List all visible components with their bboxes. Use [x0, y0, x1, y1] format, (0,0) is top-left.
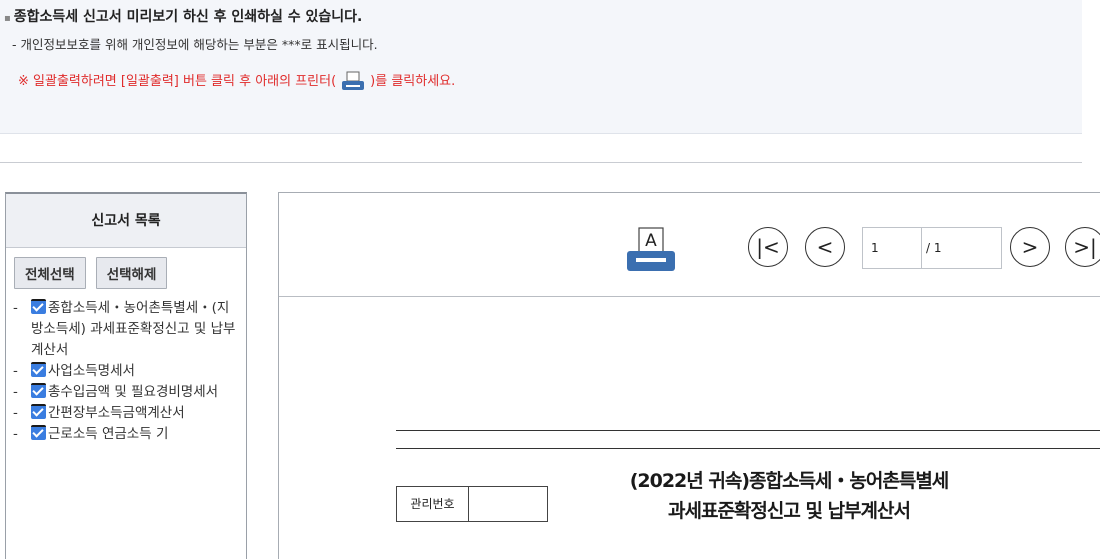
list-item-content: 간편장부소득금액계산서 [31, 403, 238, 424]
deselect-all-button[interactable]: 선택해제 [95, 257, 168, 289]
list-item-label: 간편장부소득금액계산서 [48, 405, 185, 421]
checkbox-checked-icon[interactable] [31, 404, 46, 419]
document-title: (2022년 귀속)종합소득세・농어촌특별세 과세표준확정신고 및 납부계산서 [569, 466, 1009, 526]
document-page: 관리번호 (2022년 귀속)종합소득세・농어촌특별세 과세표준확정신고 및 납… [279, 298, 1100, 559]
list-dash: - [13, 405, 18, 421]
document-viewer: A |< < / 1 > >| 관리번호 (2022년 귀속)종합소득세・농어촌… [278, 192, 1100, 559]
printer-letter: A [645, 231, 657, 251]
page-number-input[interactable] [862, 227, 922, 269]
form-list: - 종합소득세・농어촌특별세・(지방소득세) 과세표준확정신고 및 납부계산서 … [6, 298, 246, 445]
document-rule-top [396, 430, 1100, 431]
management-number-value [469, 487, 547, 521]
list-item-content: 종합소득세・농어촌특별세・(지방소득세) 과세표준확정신고 및 납부계산서 [31, 298, 238, 361]
viewer-toolbar: A |< < / 1 > >| [279, 193, 1100, 297]
selection-buttons: 전체선택 선택해제 [6, 248, 246, 298]
list-item-label: 사업소득명세서 [48, 363, 135, 379]
list-item[interactable]: - 사업소득명세서 [13, 361, 238, 382]
notice-panel: ▪ 종합소득세 신고서 미리보기 하신 후 인쇄하실 수 있습니다. - 개인정보… [0, 0, 1082, 134]
list-item[interactable]: - 총수입금액 및 필요경비명세서 [13, 382, 238, 403]
list-dash: - [13, 300, 18, 316]
management-number-label: 관리번호 [397, 487, 469, 521]
select-all-button[interactable]: 전체선택 [14, 257, 86, 289]
document-title-line2: 과세표준확정신고 및 납부계산서 [668, 500, 911, 522]
list-item-label: 근로소득 연금소득 기 [48, 426, 169, 442]
list-item-label: 종합소득세・농어촌특별세・(지방소득세) 과세표준확정신고 및 납부계산서 [31, 300, 236, 358]
section-divider [0, 162, 1082, 163]
list-item-content: 총수입금액 및 필요경비명세서 [31, 382, 238, 403]
checkbox-checked-icon[interactable] [31, 299, 46, 314]
batch-print-notice: ※ 일괄출력하려면 [일괄출력] 버튼 클릭 후 아래의 프린터( )를 클릭하… [0, 69, 1082, 95]
list-item-content: 근로소득 연금소득 기 [31, 424, 238, 445]
list-dash: - [13, 384, 18, 400]
list-dash: - [13, 363, 18, 379]
form-list-title: 신고서 목록 [6, 194, 246, 248]
batch-print-notice-start: ※ 일괄출력하려면 [일괄출력] 버튼 클릭 후 아래의 프린터( [18, 74, 337, 89]
batch-print-icon[interactable]: A [624, 227, 678, 273]
list-item[interactable]: - 근로소득 연금소득 기 [13, 424, 238, 445]
form-list-panel: 신고서 목록 전체선택 선택해제 - 종합소득세・농어촌특별세・(지방소득세) … [5, 192, 247, 559]
notice-heading: ▪ 종합소득세 신고서 미리보기 하신 후 인쇄하실 수 있습니다. [0, 7, 1082, 27]
checkbox-checked-icon[interactable] [31, 383, 46, 398]
document-rule-bottom [396, 448, 1100, 449]
list-dash: - [13, 426, 18, 442]
list-item-content: 사업소득명세서 [31, 361, 238, 382]
privacy-notice: - 개인정보보호를 위해 개인정보에 해당하는 부분은 ***로 표시됩니다. [12, 37, 378, 52]
prev-page-button[interactable]: < [805, 227, 845, 267]
management-number-table: 관리번호 [396, 486, 548, 522]
document-title-line1: (2022년 귀속)종합소득세・농어촌특별세 [629, 470, 950, 492]
checkbox-checked-icon[interactable] [31, 362, 46, 377]
list-item[interactable]: - 간편장부소득금액계산서 [13, 403, 238, 424]
bullet-icon: ▪ [4, 13, 11, 24]
printer-icon [342, 71, 365, 90]
batch-print-notice-end: )를 클릭하세요. [370, 74, 456, 89]
last-page-button[interactable]: >| [1065, 227, 1100, 267]
notice-heading-text: 종합소득세 신고서 미리보기 하신 후 인쇄하실 수 있습니다. [13, 9, 363, 25]
total-pages: / 1 [922, 227, 1002, 269]
first-page-button[interactable]: |< [748, 227, 788, 267]
list-item[interactable]: - 종합소득세・농어촌특별세・(지방소득세) 과세표준확정신고 및 납부계산서 [13, 298, 238, 361]
list-item-label: 총수입금액 및 필요경비명세서 [48, 384, 219, 400]
next-page-button[interactable]: > [1010, 227, 1050, 267]
checkbox-checked-icon[interactable] [31, 425, 46, 440]
